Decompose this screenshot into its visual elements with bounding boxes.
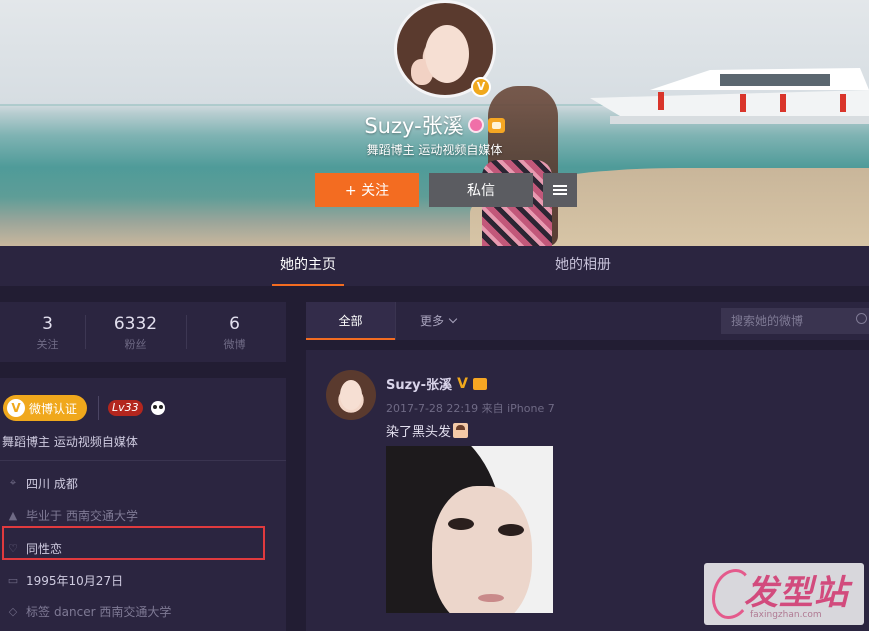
verified-v-icon: V xyxy=(457,375,468,392)
photo-lips xyxy=(478,594,504,602)
crown-icon[interactable] xyxy=(487,117,505,133)
site-watermark: 发型站 faxingzhan.com xyxy=(704,563,864,625)
watermark-text: 发型站 xyxy=(744,573,849,613)
tab-album[interactable]: 她的相册 xyxy=(540,246,626,286)
tags-text[interactable]: dancer 西南交通大学 xyxy=(54,603,171,620)
info-row-education: ▲ 毕业于 西南交通大学 xyxy=(0,502,286,528)
crown-icon[interactable] xyxy=(472,377,487,390)
feed-tab-more[interactable]: 更多 xyxy=(420,302,458,340)
feed-tab-divider xyxy=(395,302,396,340)
tag-icon: ◇ xyxy=(8,604,18,618)
stat-value: 3 xyxy=(42,314,53,334)
more-menu-button[interactable] xyxy=(543,173,577,207)
tab-home[interactable]: 她的主页 xyxy=(266,246,350,286)
info-row-birthday: ▭ 1995年10月27日 xyxy=(0,567,286,593)
badge-divider xyxy=(98,396,99,420)
stat-divider xyxy=(85,315,86,349)
post-text-row: 染了黑头发 xyxy=(386,421,469,440)
info-divider xyxy=(0,460,286,461)
education-school[interactable]: 西南交通大学 xyxy=(66,507,138,524)
feed-tab-more-label: 更多 xyxy=(420,314,445,328)
follow-button[interactable]: + 关注 xyxy=(315,173,419,207)
feed-tab-all[interactable]: 全部 xyxy=(306,302,395,340)
post-meta[interactable]: 2017-7-28 22:19 来自 iPhone 7 xyxy=(386,400,555,416)
stat-label: 关注 xyxy=(36,338,59,351)
hair-emoji-icon xyxy=(453,423,469,438)
education-prefix: 毕业于 xyxy=(26,508,63,523)
stat-following[interactable]: 3 关注 xyxy=(0,302,95,362)
stat-posts[interactable]: 6 微博 xyxy=(187,302,282,362)
profile-name-row: Suzy-张溪 xyxy=(0,110,869,140)
photo-eye xyxy=(448,518,474,530)
tags-prefix: 标签 xyxy=(26,604,51,619)
verified-v-icon: V xyxy=(471,77,491,97)
post-author-row: Suzy-张溪 V xyxy=(386,374,487,393)
highlight-annotation-box xyxy=(2,526,265,560)
verified-v-icon: V xyxy=(7,399,25,417)
stat-label: 微博 xyxy=(223,338,246,351)
profile-name: Suzy-张溪 xyxy=(364,114,464,138)
stat-value: 6332 xyxy=(113,314,158,334)
panda-icon[interactable] xyxy=(151,401,165,415)
feed-tabs: 全部 更多 xyxy=(306,302,869,340)
weibo-verified-badge[interactable]: V 微博认证 xyxy=(3,395,88,421)
info-description: 舞蹈博主 运动视频自媒体 xyxy=(2,435,138,449)
photo-eye xyxy=(498,524,524,536)
stats-card: 3 关注 6332 粉丝 6 微博 xyxy=(0,302,286,362)
message-button[interactable]: 私信 xyxy=(429,173,533,207)
hamburger-menu-icon xyxy=(553,189,567,191)
location-icon: ⌖ xyxy=(9,476,17,489)
watermark-url: faxingzhan.com xyxy=(750,610,822,620)
info-card: V 微博认证 Lv33 舞蹈博主 运动视频自媒体 ⌖ 四川 成都 ▲ 毕业于 西… xyxy=(0,378,286,631)
profile-description: 舞蹈博主 运动视频自媒体 xyxy=(366,143,503,157)
search-input[interactable] xyxy=(721,308,869,334)
pink-badge-icon[interactable] xyxy=(467,117,484,133)
post-text: 染了黑头发 xyxy=(386,425,452,440)
post-author-name[interactable]: Suzy-张溪 xyxy=(386,374,452,393)
level-badge[interactable]: Lv33 xyxy=(108,400,143,416)
info-row-tags: ◇ 标签 dancer 西南交通大学 xyxy=(0,598,286,624)
stat-value: 6 xyxy=(229,314,240,334)
location-text: 四川 成都 xyxy=(26,476,78,491)
avatar-face xyxy=(425,25,469,83)
birthday-text: 1995年10月27日 xyxy=(26,573,124,588)
chevron-down-icon xyxy=(448,314,458,324)
search-icon[interactable] xyxy=(856,313,867,324)
post-avatar-face xyxy=(340,380,362,410)
info-row-location: ⌖ 四川 成都 xyxy=(0,470,286,496)
stat-followers[interactable]: 6332 粉丝 xyxy=(88,302,183,362)
profile-tabbar: 她的主页 她的相册 xyxy=(0,246,869,286)
post-image[interactable] xyxy=(386,446,553,613)
verified-badge-label: 微博认证 xyxy=(29,401,78,416)
graduation-cap-icon: ▲ xyxy=(8,508,18,522)
post-avatar[interactable] xyxy=(326,370,376,420)
stat-label: 粉丝 xyxy=(124,338,147,351)
cake-icon: ▭ xyxy=(7,573,19,587)
